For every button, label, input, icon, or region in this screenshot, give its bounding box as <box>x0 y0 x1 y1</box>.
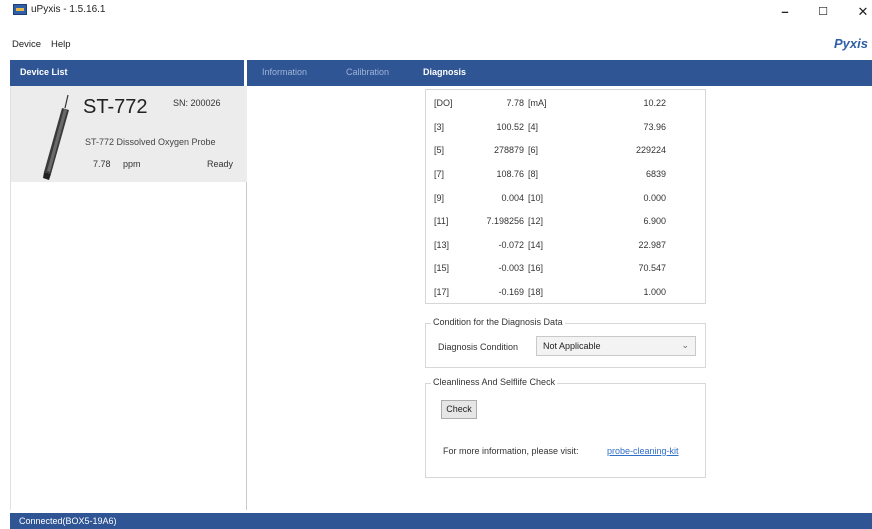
row-label: [5] <box>434 145 445 155</box>
row-label: [18] <box>528 287 544 297</box>
row-value: 100.52 <box>496 122 524 132</box>
table-row: [9] 0.004 [10] 0.000 <box>426 190 707 210</box>
row-label: [8] <box>528 169 539 179</box>
menu-device[interactable]: Device <box>12 39 41 50</box>
tab-information[interactable]: Information <box>262 67 307 77</box>
chevron-down-icon: ⌄ <box>681 340 689 350</box>
row-label: [15] <box>434 263 450 273</box>
band-divider <box>244 60 247 86</box>
row-value: -0.003 <box>498 263 524 273</box>
row-label: [17] <box>434 287 450 297</box>
table-row: [11] 7.198256 [12] 6.900 <box>426 213 707 233</box>
row-label: [16] <box>528 263 544 273</box>
check-button[interactable]: Check <box>441 400 477 419</box>
row-label: [DO] <box>434 98 453 108</box>
row-value: 6.900 <box>643 216 666 226</box>
device-description: ST-772 Dissolved Oxygen Probe <box>85 137 216 147</box>
cleanliness-group-title: Cleanliness And Selflife Check <box>431 377 558 387</box>
tab-diagnosis[interactable]: Diagnosis <box>423 67 466 77</box>
status-bar: Connected(BOX5-19A6) <box>10 513 872 529</box>
row-label: [3] <box>434 122 445 132</box>
device-serial: SN: 200026 <box>173 98 221 108</box>
row-label: [10] <box>528 193 544 203</box>
row-label: [9] <box>434 193 445 203</box>
table-row: [13] -0.072 [14] 22.987 <box>426 237 707 257</box>
condition-group: Condition for the Diagnosis Data Diagnos… <box>425 317 706 368</box>
device-model: ST-772 <box>83 96 148 118</box>
tab-calibration[interactable]: Calibration <box>346 67 389 77</box>
brand-logo: Pyxis <box>834 36 868 51</box>
table-row: [5] 278879 [6] 229224 <box>426 142 707 162</box>
diagnosis-condition-value: Not Applicable <box>543 341 601 351</box>
row-value: 6839 <box>645 169 666 179</box>
table-row: [15] -0.003 [16] 70.547 <box>426 260 707 280</box>
device-card[interactable]: ST-772 SN: 200026 ST-772 Dissolved Oxyge… <box>11 86 247 182</box>
device-status: Ready <box>207 159 234 169</box>
probe-cleaning-kit-link[interactable]: probe-cleaning-kit <box>607 446 679 456</box>
probe-icon <box>43 94 69 180</box>
device-list-panel: ST-772 SN: 200026 ST-772 Dissolved Oxyge… <box>10 86 247 510</box>
table-row: [DO] 7.78 [mA] 10.22 <box>426 95 707 115</box>
row-label: [11] <box>434 216 449 226</box>
diagnosis-condition-label: Diagnosis Condition <box>438 342 519 352</box>
table-row: [3] 100.52 [4] 73.96 <box>426 119 707 139</box>
title-bar: uPyxis - 1.5.16.1 – ☐ ✕ <box>0 0 872 28</box>
row-value: 73.96 <box>643 122 666 132</box>
close-button[interactable]: ✕ <box>848 4 872 22</box>
device-list-title: Device List <box>20 67 68 77</box>
row-value: 1.000 <box>643 287 666 297</box>
row-value: 7.78 <box>506 98 524 108</box>
diagnosis-table: [DO] 7.78 [mA] 10.22 [3] 100.52 [4] 73.9… <box>425 89 706 304</box>
row-value: 0.004 <box>501 193 524 203</box>
row-value: 0.000 <box>643 193 666 203</box>
diagnosis-condition-select[interactable]: Not Applicable ⌄ <box>536 336 696 356</box>
header-band: Device List Information Calibration Diag… <box>10 60 872 86</box>
connection-status: Connected(BOX5-19A6) <box>19 516 117 526</box>
cleanliness-group: Cleanliness And Selflife Check Check For… <box>425 377 706 478</box>
row-label: [12] <box>528 216 544 226</box>
row-label: [mA] <box>528 98 547 108</box>
menu-help[interactable]: Help <box>51 39 71 50</box>
row-value: 22.987 <box>638 240 666 250</box>
app-icon <box>13 4 27 15</box>
table-row: [17] -0.169 [18] 1.000 <box>426 284 707 304</box>
row-label: [7] <box>434 169 445 179</box>
info-text: For more information, please visit: <box>443 446 579 456</box>
row-value: 10.22 <box>643 98 666 108</box>
row-label: [13] <box>434 240 450 250</box>
row-value: 229224 <box>635 145 666 155</box>
row-label: [14] <box>528 240 544 250</box>
device-unit: ppm <box>123 159 141 169</box>
condition-group-title: Condition for the Diagnosis Data <box>431 317 565 327</box>
row-value: 108.76 <box>496 169 524 179</box>
window-title: uPyxis - 1.5.16.1 <box>31 4 106 15</box>
maximize-button[interactable]: ☐ <box>808 4 838 22</box>
row-label: [6] <box>528 145 539 155</box>
minimize-button[interactable]: – <box>770 4 800 22</box>
row-value: -0.072 <box>498 240 524 250</box>
row-value: 278879 <box>493 145 524 155</box>
row-value: 70.547 <box>638 263 666 273</box>
device-reading: 7.78 <box>93 159 111 169</box>
row-value: 7.198256 <box>486 216 524 226</box>
table-row: [7] 108.76 [8] 6839 <box>426 166 707 186</box>
row-label: [4] <box>528 122 539 132</box>
row-value: -0.169 <box>498 287 524 297</box>
